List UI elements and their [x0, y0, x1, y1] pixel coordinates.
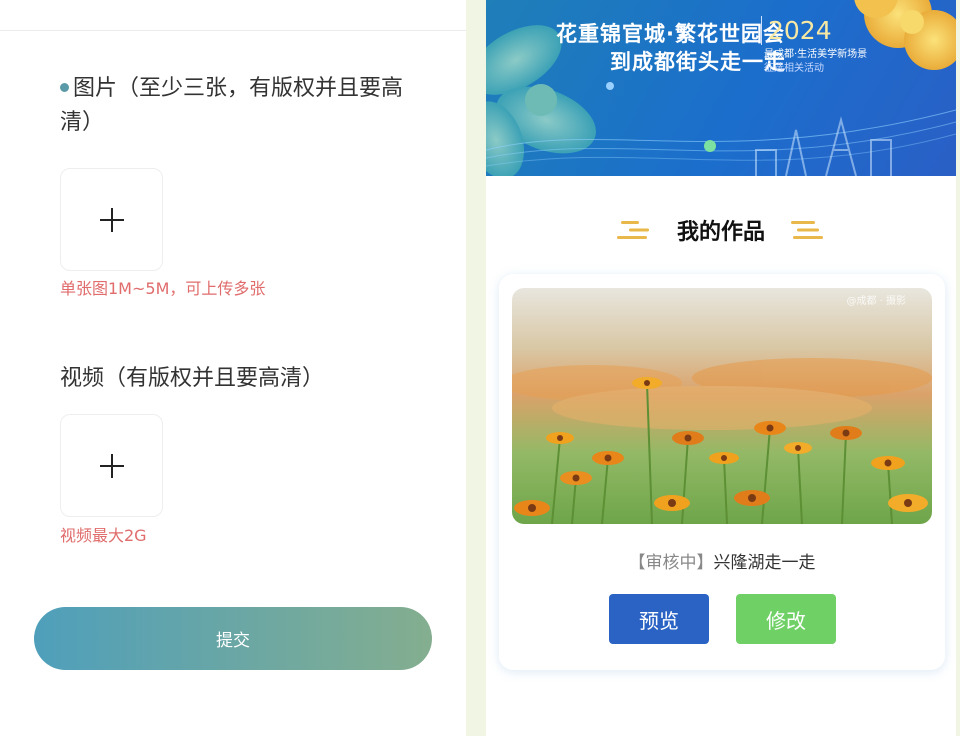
work-title: 【审核中】兴隆湖走一走 — [499, 548, 945, 573]
video-hint: 视频最大2G — [60, 526, 147, 545]
video-upload-button[interactable] — [60, 414, 163, 517]
status-badge: 【审核中】 — [628, 553, 714, 573]
event-banner: 花重锦官城·繁花世园会 到成都街头走一走 2024 最成都·生活美学新场景 征选… — [486, 0, 956, 176]
submit-button[interactable]: 提交 — [34, 607, 432, 670]
dot-icon — [60, 82, 69, 92]
banner-year: 2024 — [761, 16, 832, 45]
banner-line-1: 花重锦官城·繁花世园会 — [556, 22, 785, 46]
flower-field-image — [512, 288, 932, 524]
work-card: @成都 · 摄影 【审核中】兴隆湖走一走 预览 修改 — [499, 274, 945, 670]
three-lines-icon — [616, 221, 649, 239]
photo-watermark: @成都 · 摄影 — [846, 296, 906, 307]
banner-subtitle-2: 征选相关活动 — [764, 63, 824, 74]
section-title: 我的作品 — [486, 212, 956, 248]
image-hint: 单张图1M~5M，可上传多张 — [60, 279, 266, 298]
plus-icon — [99, 207, 124, 232]
three-lines-icon — [791, 221, 823, 239]
banner-line-2: 到成都街头走一走 — [610, 50, 786, 74]
image-upload-button[interactable] — [60, 168, 163, 271]
preview-button[interactable]: 预览 — [609, 594, 709, 644]
section-heading: 我的作品 — [676, 220, 765, 245]
upload-form-panel: 图片（至少三张，有版权并且要高清） 单张图1M~5M，可上传多张 视频（有版权并… — [0, 0, 466, 736]
video-field-label: 视频（有版权并且要高清） — [60, 366, 325, 391]
work-name: 兴隆湖走一走 — [713, 553, 816, 573]
work-photo[interactable]: @成都 · 摄影 — [512, 288, 932, 524]
image-field-label: 图片（至少三张，有版权并且要高清） — [60, 76, 404, 135]
divider — [0, 30, 466, 31]
banner-subtitle: 最成都·生活美学新场景 — [764, 49, 868, 60]
edit-button[interactable]: 修改 — [736, 594, 836, 644]
plus-icon — [99, 453, 124, 478]
my-works-panel: 花重锦官城·繁花世园会 到成都街头走一走 2024 最成都·生活美学新场景 征选… — [486, 0, 956, 736]
